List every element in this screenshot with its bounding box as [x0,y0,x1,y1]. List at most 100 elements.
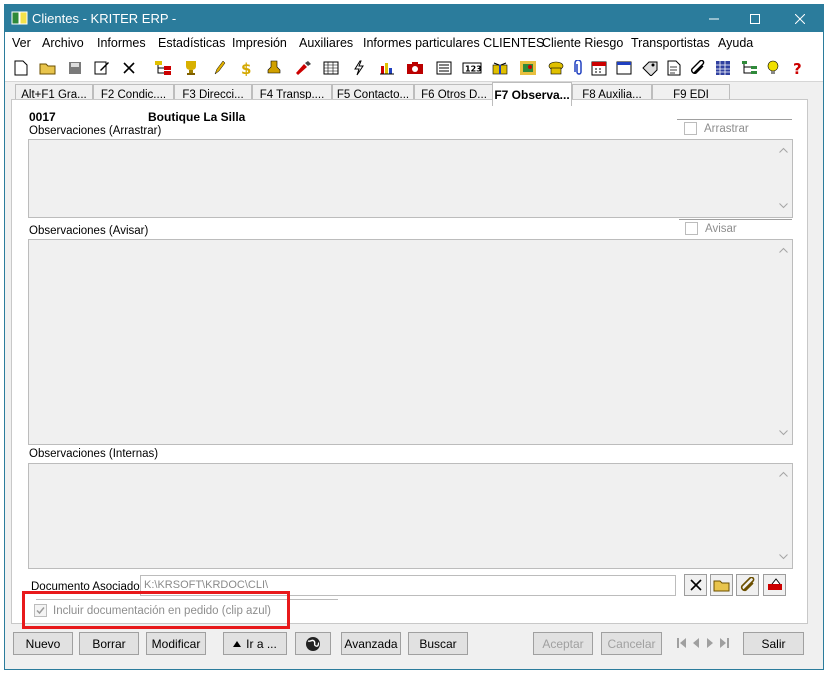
ir-a-button[interactable]: Ir a ... [223,632,287,655]
toolbar: $ 123 ? [5,54,823,82]
map-icon[interactable] [518,58,538,78]
calendar-icon[interactable] [589,58,609,78]
lightning-icon[interactable] [349,58,369,78]
menu-archivo[interactable]: Archivo [42,36,84,50]
attach-document-button[interactable] [736,574,759,596]
scroll-up-icon[interactable] [779,246,788,255]
svg-text:123: 123 [465,65,482,74]
bar-chart-icon[interactable] [377,58,397,78]
arrastrar-scrollbar[interactable] [775,140,792,217]
window-title: Clientes - KRITER ERP - [32,11,177,26]
minimize-button[interactable] [691,5,737,32]
title-bar: Clientes - KRITER ERP - [5,5,823,32]
scroll-down-icon[interactable] [779,202,788,211]
scroll-down-icon[interactable] [779,429,788,438]
hierarchy-icon[interactable] [153,58,173,78]
menu-ayuda[interactable]: Ayuda [718,36,753,50]
trophy-icon[interactable] [181,58,201,78]
buscar-button[interactable]: Buscar [408,632,468,655]
menu-impresion[interactable]: Impresión [232,36,287,50]
menu-estadisticas[interactable]: Estadísticas [158,36,225,50]
next-record-icon[interactable] [704,636,715,650]
observaciones-avisar-textarea[interactable] [28,239,793,445]
money-icon[interactable]: $ [236,58,256,78]
avisar-scrollbar[interactable] [775,240,792,444]
menu-transportistas[interactable]: Transportistas [631,36,710,50]
avisar-group-line [679,219,792,220]
arrastrar-checkbox[interactable] [684,122,697,135]
open-folder-icon[interactable] [38,58,58,78]
scroll-down-icon[interactable] [779,553,788,562]
counter-icon[interactable]: 123 [462,58,482,78]
paint-icon[interactable] [293,58,313,78]
save-icon[interactable] [65,58,85,78]
last-record-icon[interactable] [718,636,729,650]
observaciones-internas-textarea[interactable] [28,463,793,569]
app-book-icon [11,10,28,26]
window-icon[interactable] [614,58,634,78]
camera-icon[interactable] [405,58,425,78]
pen-icon[interactable] [209,58,229,78]
attach-icon[interactable] [688,58,708,78]
clear-document-button[interactable] [684,574,707,596]
close-icon[interactable] [119,58,139,78]
internas-scrollbar[interactable] [775,464,792,568]
avisar-checkbox[interactable] [685,222,698,235]
paperclip-icon[interactable] [569,58,589,78]
client-code: 0017 [29,110,56,124]
scroll-up-icon[interactable] [779,146,788,155]
open-folder-icon [713,580,729,592]
tree-icon[interactable] [740,58,760,78]
bulb-icon[interactable] [763,58,783,78]
gift-icon[interactable] [490,58,510,78]
maximize-button[interactable] [732,5,778,32]
menu-auxiliares[interactable]: Auxiliares [299,36,353,50]
scroll-up-icon[interactable] [779,470,788,479]
notes-icon[interactable] [664,58,684,78]
tab-observaciones[interactable]: F7 Observa... [492,82,572,106]
up-arrow-icon [233,640,242,647]
observaciones-avisar-label: Observaciones (Avisar) [29,225,149,237]
table-icon[interactable] [713,58,733,78]
paperclip-icon [740,577,754,592]
aceptar-button[interactable]: Aceptar [533,632,593,655]
client-name: Boutique La Silla [148,110,246,124]
menu-cliente-riesgo[interactable]: Cliente Riesgo [542,36,623,50]
edit-icon[interactable] [92,58,112,78]
tag-icon[interactable] [640,58,660,78]
eraser-icon [767,578,782,590]
globe-button[interactable] [295,632,331,655]
ir-a-label: Ir a ... [246,636,277,651]
cancelar-button[interactable]: Cancelar [601,632,662,655]
observaciones-internas-label: Observaciones (Internas) [29,448,159,460]
first-record-icon[interactable] [676,636,687,650]
salir-button[interactable]: Salir [743,632,804,655]
remove-document-button[interactable] [763,574,786,596]
menu-bar: Ver Archivo Informes Estadísticas Impres… [5,32,823,54]
observaciones-arrastrar-label: Observaciones (Arrastrar) [29,125,162,137]
observaciones-arrastrar-textarea[interactable] [28,139,793,218]
highlight-box [22,591,290,629]
modificar-button[interactable]: Modificar [146,632,206,655]
stamp-icon[interactable] [264,58,284,78]
arrastrar-checkbox-label: Arrastrar [704,123,749,135]
grid-icon[interactable] [321,58,341,78]
avisar-checkbox-label: Avisar [705,223,737,235]
svg-text:?: ? [793,60,802,76]
borrar-button[interactable]: Borrar [79,632,139,655]
arrastrar-group-line [677,119,792,120]
help-icon[interactable]: ? [789,58,809,78]
nuevo-button[interactable]: Nuevo [13,632,73,655]
svg-text:$: $ [241,60,251,76]
new-icon[interactable] [11,58,31,78]
clear-x-icon [689,579,702,591]
menu-ver[interactable]: Ver [12,36,31,50]
prev-record-icon[interactable] [690,636,701,650]
avanzada-button[interactable]: Avanzada [341,632,401,655]
close-window-button[interactable] [777,5,823,32]
menu-informes[interactable]: Informes [97,36,146,50]
browse-document-button[interactable] [710,574,733,596]
list-icon[interactable] [434,58,454,78]
menu-informes-particulares[interactable]: Informes particulares CLIENTES [363,36,544,50]
phone-icon[interactable] [546,58,566,78]
